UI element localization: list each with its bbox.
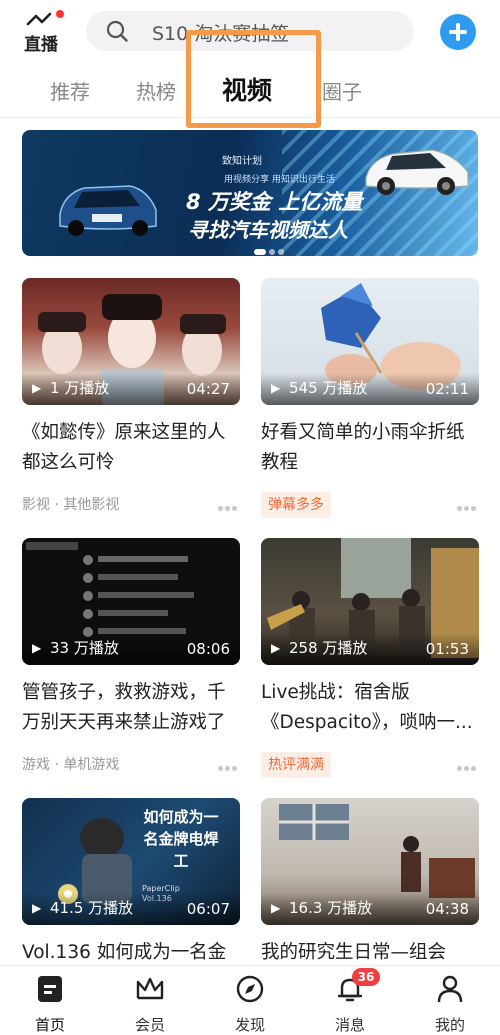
view-count: 258 万播放 — [289, 639, 368, 657]
more-options-icon[interactable] — [218, 496, 240, 511]
thumbnail-caption: 如何成为一名金牌电焊工 — [143, 808, 219, 870]
person-icon — [437, 975, 463, 1003]
nav-home-label: 首页 — [34, 1016, 65, 1034]
banner-tagline: 寻找汽车视频达人 — [188, 218, 348, 242]
live-button[interactable]: 直播 — [22, 10, 66, 55]
video-category[interactable]: 影视 · 其他影视 — [22, 497, 119, 513]
more-options-icon[interactable] — [218, 756, 240, 771]
crown-icon — [136, 977, 164, 1000]
message-count-badge: 36 — [352, 968, 380, 986]
nav-home[interactable]: 首页 — [20, 974, 80, 1035]
pagination-dot — [269, 249, 275, 255]
tab-hot[interactable]: 热榜 — [136, 76, 176, 105]
banner-car-right — [365, 149, 469, 195]
play-icon: ▶ — [271, 381, 281, 395]
video-card[interactable]: ▶ 1 万播放 04:27 《如懿传》原来这里的人都这么可怜 影视 · 其他影视 — [22, 278, 240, 518]
more-options-icon[interactable] — [457, 756, 479, 771]
tab-circles[interactable]: 圈子 — [322, 76, 362, 105]
more-options-icon[interactable] — [457, 496, 479, 511]
pagination-dot — [278, 249, 284, 255]
search-icon — [106, 20, 128, 42]
play-icon: ▶ — [32, 901, 42, 915]
video-meta: 热评满满 — [261, 752, 479, 778]
video-duration: 08:06 — [186, 640, 230, 658]
video-title[interactable]: 《如懿传》原来这里的人都这么可怜 — [22, 418, 240, 478]
view-count: 33 万播放 — [50, 639, 119, 657]
video-tag-badge: 热评满满 — [261, 752, 331, 778]
view-count: 1 万播放 — [50, 379, 110, 397]
video-duration: 04:38 — [425, 900, 469, 918]
video-thumbnail[interactable]: ▶ 1 万播放 04:27 — [22, 278, 240, 405]
promo-banner[interactable]: 致知计划 用视频分享 用知识出行生活 8 万奖金 上亿流量 寻找汽车视频达人 — [22, 130, 478, 256]
nav-discover-label: 发现 — [234, 1016, 265, 1034]
video-thumbnail[interactable]: ▶ 258 万播放 01:53 — [261, 538, 479, 665]
video-card[interactable]: ▶ 258 万播放 01:53 Live挑战：宿舍版《Despacito》，唢呐… — [261, 538, 479, 778]
video-meta: 弹幕多多 — [261, 492, 479, 518]
video-card[interactable]: ▶ 33 万播放 08:06 管管孩子，救救游戏，千万别天天再来禁止游戏了 游戏… — [22, 538, 240, 778]
video-thumbnail[interactable]: 如何成为一名金牌电焊工 PaperClip Vol.136 ▶ 41.5 万播放… — [22, 798, 240, 925]
nav-profile-label: 我的 — [434, 1016, 465, 1034]
play-icon: ▶ — [32, 381, 42, 395]
video-thumbnail[interactable]: ▶ 33 万播放 08:06 — [22, 538, 240, 665]
video-category[interactable]: 游戏 · 单机游戏 — [22, 757, 119, 773]
nav-membership-label: 会员 — [134, 1016, 165, 1034]
nav-profile[interactable]: 我的 — [420, 974, 480, 1035]
nav-discover[interactable]: 发现 — [220, 974, 280, 1035]
tab-highlight-frame — [186, 30, 321, 128]
live-dot-icon — [56, 10, 64, 18]
video-thumbnail[interactable]: ▶ 545 万播放 02:11 — [261, 278, 479, 405]
bottom-nav: 首页 会员 发现 消息 36 我的 — [0, 965, 500, 1035]
video-tag-badge: 弹幕多多 — [261, 492, 331, 518]
video-duration: 04:27 — [186, 380, 230, 398]
banner-pagination — [254, 240, 287, 256]
nav-membership[interactable]: 会员 — [120, 974, 180, 1035]
live-label: 直播 — [24, 35, 58, 55]
play-icon: ▶ — [271, 901, 281, 915]
video-duration: 06:07 — [186, 900, 230, 918]
video-thumbnail[interactable]: ▶ 16.3 万播放 04:38 — [261, 798, 479, 925]
video-meta: 游戏 · 单机游戏 — [22, 752, 240, 778]
banner-car-left — [59, 185, 157, 236]
video-meta: 影视 · 其他影视 — [22, 492, 240, 518]
video-duration: 02:11 — [425, 380, 469, 398]
video-title[interactable]: 管管孩子，救救游戏，千万别天天再来禁止游戏了 — [22, 678, 240, 738]
play-icon: ▶ — [32, 641, 42, 655]
pagination-dot — [254, 249, 266, 255]
view-count: 41.5 万播放 — [50, 899, 134, 917]
tab-recommend[interactable]: 推荐 — [50, 76, 90, 105]
tv-icon — [26, 12, 52, 26]
view-count: 545 万播放 — [289, 379, 368, 397]
play-icon: ▶ — [271, 641, 281, 655]
video-title[interactable]: 好看又简单的小雨伞折纸教程 — [261, 418, 479, 478]
nav-messages-label: 消息 — [334, 1016, 365, 1034]
banner-campaign-name: 致知计划 — [222, 156, 262, 167]
add-button[interactable] — [440, 14, 476, 50]
home-icon — [38, 976, 62, 1002]
view-count: 16.3 万播放 — [289, 899, 373, 917]
compass-icon — [236, 975, 264, 1003]
banner-headline: 8 万奖金 上亿流量 — [186, 190, 363, 214]
banner-subtitle: 用视频分享 用知识出行生活 — [224, 175, 335, 185]
video-title[interactable]: Live挑战：宿舍版《Despacito》，唢呐一... — [261, 678, 479, 738]
video-card[interactable]: ▶ 545 万播放 02:11 好看又简单的小雨伞折纸教程 弹幕多多 — [261, 278, 479, 518]
video-duration: 01:53 — [425, 640, 469, 658]
